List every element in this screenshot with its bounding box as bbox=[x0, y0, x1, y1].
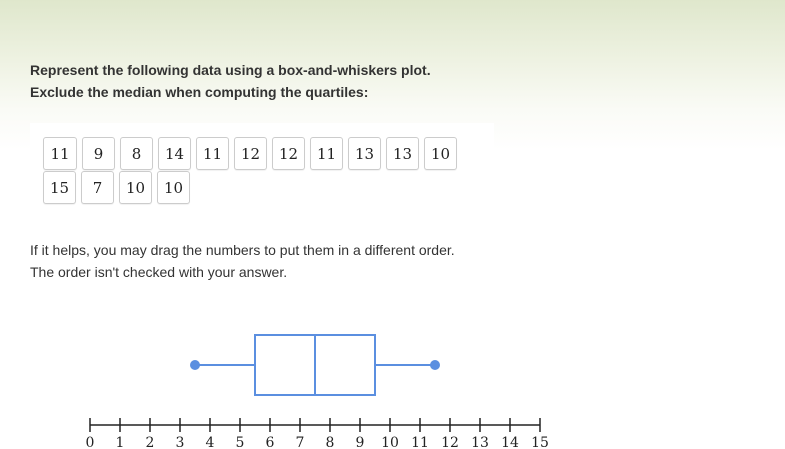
number-line-tick-label: 8 bbox=[326, 435, 335, 449]
number-line-tick-label: 14 bbox=[501, 435, 519, 449]
number-line-tick-label: 13 bbox=[471, 435, 489, 449]
box-plot-graph: 0 1 2 3 4 5 6 7 8 9 10 11 12 13 14 15 bbox=[86, 334, 549, 449]
number-line-tick-label: 4 bbox=[206, 435, 215, 449]
number-line-tick-label: 5 bbox=[236, 435, 245, 449]
number-line-tick-label: 10 bbox=[381, 435, 399, 449]
number-line-tick-label: 3 bbox=[176, 435, 185, 449]
max-whisker-handle[interactable] bbox=[430, 360, 440, 370]
number-line-tick-label: 7 bbox=[296, 435, 305, 449]
number-line-tick-label: 11 bbox=[411, 435, 429, 449]
number-line-tick-label: 0 bbox=[86, 435, 95, 449]
min-whisker-handle[interactable] bbox=[190, 360, 200, 370]
number-line-tick-label: 2 bbox=[146, 435, 155, 449]
number-line-tick-label: 6 bbox=[266, 435, 275, 449]
number-line-tick-label: 15 bbox=[531, 435, 549, 449]
number-line-tick-label: 12 bbox=[441, 435, 459, 449]
number-line-tick-label: 1 bbox=[116, 435, 125, 449]
number-line-tick-label: 9 bbox=[356, 435, 365, 449]
